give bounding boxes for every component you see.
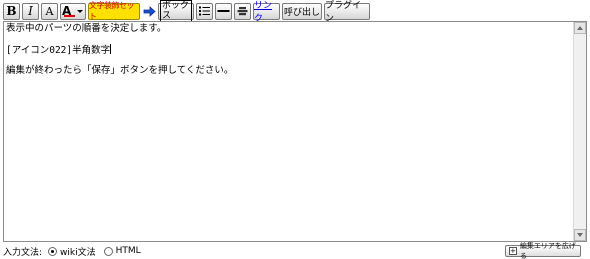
vertical-scrollbar[interactable] xyxy=(573,22,586,241)
bold-button[interactable]: B xyxy=(3,2,20,20)
horizontal-rule-button[interactable] xyxy=(215,2,232,20)
chevron-down-icon xyxy=(77,9,83,13)
box-label: ボックス xyxy=(160,0,192,22)
align-center-icon xyxy=(237,7,248,16)
italic-button[interactable]: I xyxy=(22,2,39,20)
arrow-down-icon xyxy=(577,233,583,237)
font-size-label: A xyxy=(45,4,54,18)
color-swatch xyxy=(64,14,75,17)
font-size-icon: A xyxy=(42,4,57,19)
plugin-button[interactable]: プラグイン xyxy=(324,1,370,24)
editor-content: 表示中のパーツの順番を決定します。 [アイコン022]半角数字 編集が終わったら… xyxy=(6,23,574,76)
text-cursor xyxy=(110,44,112,54)
call-button[interactable]: 呼び出し xyxy=(282,2,322,20)
text-decoration-set-button[interactable]: 文字装飾セット xyxy=(88,1,140,21)
expand-editor-label: 編集エリアを広げる xyxy=(519,242,576,259)
editor-blank-line xyxy=(6,34,574,44)
list-button[interactable] xyxy=(196,2,213,20)
syntax-label: 入力文法: xyxy=(3,247,43,258)
editor-toolbar: B I A A 文字装飾セット ボックス リンク 呼び出し プラグイン xyxy=(0,0,590,24)
list-icon xyxy=(199,6,210,16)
editor-blank-line xyxy=(6,55,574,65)
link-button[interactable]: リンク xyxy=(253,1,280,24)
scroll-up-button[interactable] xyxy=(574,22,586,34)
arrow-up-icon xyxy=(577,26,583,30)
font-size-button[interactable]: A xyxy=(41,2,58,20)
arrow-right-icon xyxy=(143,5,156,17)
editor-textarea[interactable]: 表示中のパーツの順番を決定します。 [アイコン022]半角数字 編集が終わったら… xyxy=(3,21,587,242)
expand-editor-button[interactable]: + 編集エリアを広げる xyxy=(505,242,581,259)
arrow-button[interactable] xyxy=(142,3,156,20)
editor-line: 編集が終わったら「保存」ボタンを押してください。 xyxy=(6,65,234,76)
text-color-button[interactable]: A xyxy=(60,2,86,20)
plus-icon: + xyxy=(509,246,517,255)
align-button[interactable] xyxy=(234,2,251,20)
horizontal-rule-icon xyxy=(217,10,230,12)
html-syntax-label[interactable]: HTML xyxy=(116,246,141,256)
editor-line-with-cursor: [アイコン022]半角数字 xyxy=(6,44,574,56)
box-button[interactable]: ボックス xyxy=(158,0,194,22)
wiki-syntax-label[interactable]: wiki文法 xyxy=(60,245,96,258)
editor-line: 表示中のパーツの順番を決定します。 xyxy=(6,23,167,34)
scroll-down-button[interactable] xyxy=(574,229,586,241)
editor-line: [アイコン022]半角数字 xyxy=(6,45,111,56)
html-syntax-radio[interactable] xyxy=(103,246,113,256)
wiki-syntax-radio[interactable] xyxy=(48,246,58,256)
syntax-bar: 入力文法: wiki文法 HTML + 編集エリアを広げる xyxy=(0,242,590,259)
